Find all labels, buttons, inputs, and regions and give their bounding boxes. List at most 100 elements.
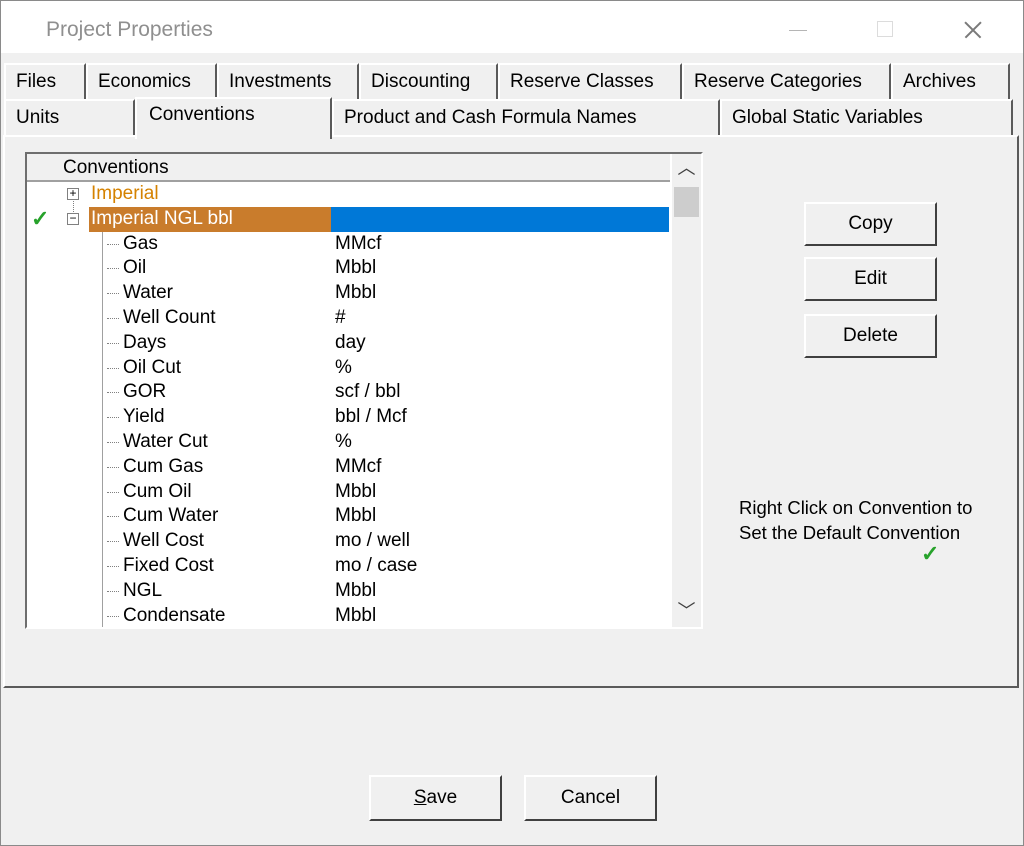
tree-item-label: Water Cut (123, 430, 208, 455)
tree-group-imperial[interactable]: + Imperial (27, 182, 670, 207)
tree-item-water-cut[interactable]: Water Cut% (27, 430, 670, 455)
title-bar: Project Properties (1, 1, 1023, 53)
tab-investments[interactable]: Investments (217, 63, 359, 99)
tree-item-value: mo / well (335, 529, 410, 554)
tree-item-value: Mbbl (335, 579, 376, 604)
tree-item-well-cost[interactable]: Well Cost mo / well (27, 529, 670, 554)
tab-conventions[interactable]: Conventions (135, 97, 332, 139)
collapse-icon[interactable]: − (67, 213, 79, 225)
tree-item-label: Days (123, 331, 166, 356)
tab-global-static-variables[interactable]: Global Static Variables (720, 99, 1013, 135)
tree-group-label: Imperial NGL bbl (91, 207, 233, 232)
tree-item-label: GOR (123, 380, 166, 405)
close-icon[interactable] (944, 9, 1002, 49)
tree-connector (107, 343, 119, 344)
tree-connector (107, 516, 119, 517)
tree-connector (107, 541, 119, 542)
tree-connector (107, 492, 119, 493)
tab-files[interactable]: Files (4, 63, 86, 99)
tree-item-gor[interactable]: GOR scf / bbl (27, 380, 670, 405)
tab-archives[interactable]: Archives (891, 63, 1010, 99)
save-button[interactable]: Save (369, 775, 502, 821)
conventions-column-header[interactable]: Conventions (27, 154, 670, 182)
vertical-scrollbar[interactable]: ︿ ﹀ (672, 154, 701, 627)
copy-button[interactable]: Copy (804, 202, 937, 246)
tree-item-oil[interactable]: OilMbbl (27, 256, 670, 281)
tree-item-label: Condensate (123, 604, 225, 627)
minimize-icon[interactable] (769, 9, 827, 49)
tree-group-imperial-ngl-bbl[interactable]: ✓ − Imperial NGL bbl (27, 207, 670, 232)
tree-connector (107, 417, 119, 418)
window-title: Project Properties (46, 18, 213, 42)
tree-item-label: Water (123, 281, 173, 306)
tab-discounting[interactable]: Discounting (359, 63, 498, 99)
tree-connector (107, 318, 119, 319)
tree-connector (107, 293, 119, 294)
tree-item-fixed-cost[interactable]: Fixed Cost mo / case (27, 554, 670, 579)
tree-item-well-count[interactable]: Well Count # (27, 306, 670, 331)
tree-item-label: Oil Cut (123, 356, 181, 381)
tree-connector (107, 368, 119, 369)
tree-connector (107, 467, 119, 468)
tree-item-label: Well Count (123, 306, 216, 331)
scroll-thumb[interactable] (674, 187, 699, 217)
tree-connector (107, 244, 119, 245)
tab-units[interactable]: Units (4, 99, 135, 135)
maximize-icon[interactable] (856, 9, 914, 49)
tree-item-ngl[interactable]: NGLMbbl (27, 579, 670, 604)
tree-connector (107, 268, 119, 269)
tree-item-label: Yield (123, 405, 165, 430)
tree-item-yield[interactable]: Yield bbl / Mcf (27, 405, 670, 430)
tree-item-label: Gas (123, 232, 158, 257)
tree-item-value: % (335, 356, 352, 381)
tab-reserve-classes[interactable]: Reserve Classes (498, 63, 682, 99)
tab-reserve-categories[interactable]: Reserve Categories (682, 63, 891, 99)
tree-item-label: Cum Oil (123, 480, 192, 505)
default-convention-hint: Right Click on Convention to Set the Def… (739, 496, 989, 545)
tree-item-water[interactable]: Water Mbbl (27, 281, 670, 306)
tree-connector (107, 392, 119, 393)
tab-economics[interactable]: Economics (86, 63, 217, 99)
tree-connector (107, 442, 119, 443)
tree-item-value: MMcf (335, 455, 381, 480)
tree-item-value: Mbbl (335, 604, 376, 627)
conventions-tree[interactable]: Conventions + Imperial ✓ − Imperial NGL … (25, 152, 703, 629)
tree-group-label: Imperial (91, 182, 159, 207)
tree-item-value: Mbbl (335, 256, 376, 281)
tree-item-value: bbl / Mcf (335, 405, 407, 430)
delete-button[interactable]: Delete (804, 314, 937, 358)
tree-item-cum-gas[interactable]: Cum Gas MMcf (27, 455, 670, 480)
tree-item-value: Mbbl (335, 281, 376, 306)
save-mnemonic: S (414, 787, 427, 808)
tree-connector (107, 616, 119, 617)
selection-highlight-value (331, 207, 669, 232)
tree-item-cum-water[interactable]: Cum Water Mbbl (27, 504, 670, 529)
tree-item-value: % (335, 430, 352, 455)
tree-connector (107, 591, 119, 592)
tree-item-oil-cut[interactable]: Oil Cut% (27, 356, 670, 381)
tree-item-value: day (335, 331, 366, 356)
tree-item-value: mo / case (335, 554, 417, 579)
tree-item-days[interactable]: Days day (27, 331, 670, 356)
expand-icon[interactable]: + (67, 188, 79, 200)
tree-item-label: Well Cost (123, 529, 204, 554)
default-check-icon: ✓ (31, 207, 49, 232)
edit-button[interactable]: Edit (804, 257, 937, 301)
tree-item-value: # (335, 306, 346, 331)
scroll-up-icon[interactable]: ︿ (672, 154, 701, 182)
project-properties-dialog: Project Properties Files Economics Inves… (0, 0, 1024, 846)
tree-item-gas[interactable]: GasMMcf (27, 232, 670, 257)
default-check-icon: ✓ (921, 541, 939, 567)
tree-item-value: scf / bbl (335, 380, 400, 405)
tree-connector (107, 566, 119, 567)
tree-item-label: Fixed Cost (123, 554, 214, 579)
tree-item-condensate[interactable]: Condensate Mbbl (27, 604, 670, 627)
tree-item-label: Cum Gas (123, 455, 203, 480)
tree-item-value: Mbbl (335, 504, 376, 529)
save-label: ave (427, 787, 458, 808)
scroll-down-icon[interactable]: ﹀ (672, 597, 701, 625)
cancel-button[interactable]: Cancel (524, 775, 657, 821)
tree-item-label: Cum Water (123, 504, 218, 529)
tree-item-cum-oil[interactable]: Cum OilMbbl (27, 480, 670, 505)
tab-product-cash-formula-names[interactable]: Product and Cash Formula Names (332, 99, 720, 135)
